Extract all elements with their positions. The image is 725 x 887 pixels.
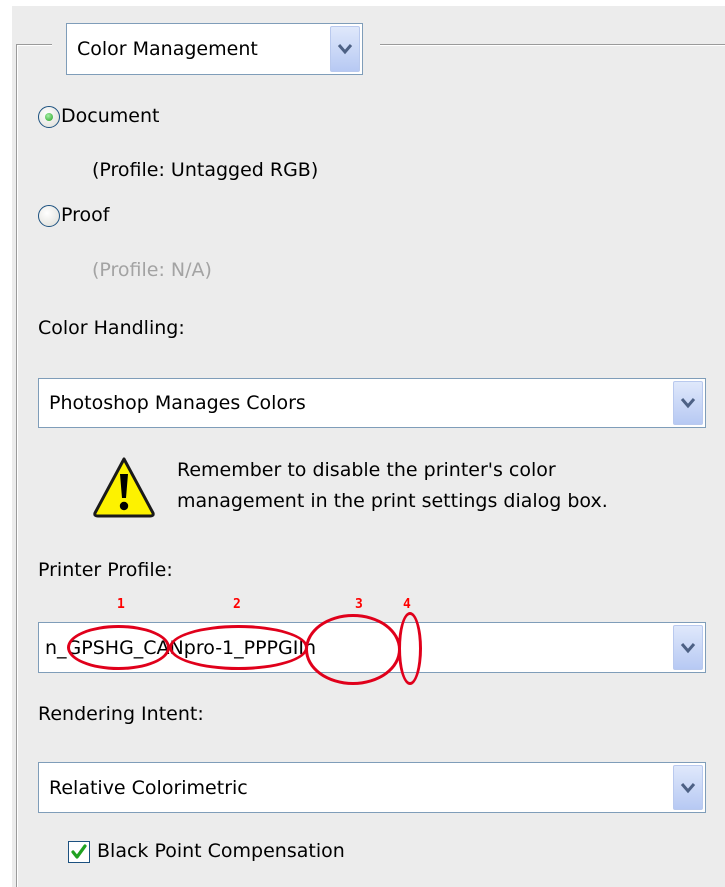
chevron-down-icon[interactable] <box>673 625 703 670</box>
rendering-intent-dropdown[interactable]: Relative Colorimetric <box>38 762 706 813</box>
chevron-down-icon[interactable] <box>330 26 360 72</box>
annotation-ellipse-1 <box>67 625 170 670</box>
annotation-number-3: 3 <box>355 597 363 612</box>
chevron-down-icon[interactable] <box>673 381 703 425</box>
annotation-ellipse-2 <box>169 625 308 670</box>
rendering-intent-value: Relative Colorimetric <box>49 776 248 799</box>
document-radio[interactable] <box>38 106 60 128</box>
annotation-ellipse-3 <box>305 614 401 685</box>
print-color-panel <box>0 0 725 887</box>
groupbox-border <box>16 45 52 46</box>
black-point-label[interactable]: Black Point Compensation <box>97 840 345 862</box>
checkmark-icon <box>71 844 87 859</box>
black-point-checkbox[interactable] <box>68 841 90 863</box>
proof-radio[interactable] <box>38 205 60 227</box>
warning-icon <box>93 457 155 518</box>
color-handling-dropdown[interactable]: Photoshop Manages Colors <box>38 378 706 428</box>
rendering-intent-label: Rendering Intent: <box>38 703 204 725</box>
document-profile: (Profile: Untagged RGB) <box>92 159 319 181</box>
color-handling-label: Color Handling: <box>38 317 185 339</box>
section-dropdown-value: Color Management <box>77 38 258 60</box>
annotation-ellipse-4 <box>398 612 422 685</box>
color-handling-value: Photoshop Manages Colors <box>49 392 306 414</box>
proof-profile: (Profile: N/A) <box>92 259 212 281</box>
printer-profile-label: Printer Profile: <box>38 559 173 581</box>
document-label[interactable]: Document <box>61 105 159 127</box>
annotation-number-1: 1 <box>117 597 125 612</box>
chevron-down-icon[interactable] <box>673 765 703 810</box>
window-edge <box>0 0 12 887</box>
proof-label[interactable]: Proof <box>61 204 109 226</box>
warning-line-2: management in the print settings dialog … <box>177 490 608 512</box>
warning-line-1: Remember to disable the printer's color <box>177 459 556 481</box>
radio-selected-dot <box>45 113 53 121</box>
section-dropdown[interactable]: Color Management <box>66 23 363 75</box>
annotation-number-4: 4 <box>403 597 411 612</box>
groupbox-border <box>17 45 18 887</box>
groupbox-border <box>380 45 725 46</box>
annotation-number-2: 2 <box>233 597 241 612</box>
window-edge-top <box>0 0 725 6</box>
